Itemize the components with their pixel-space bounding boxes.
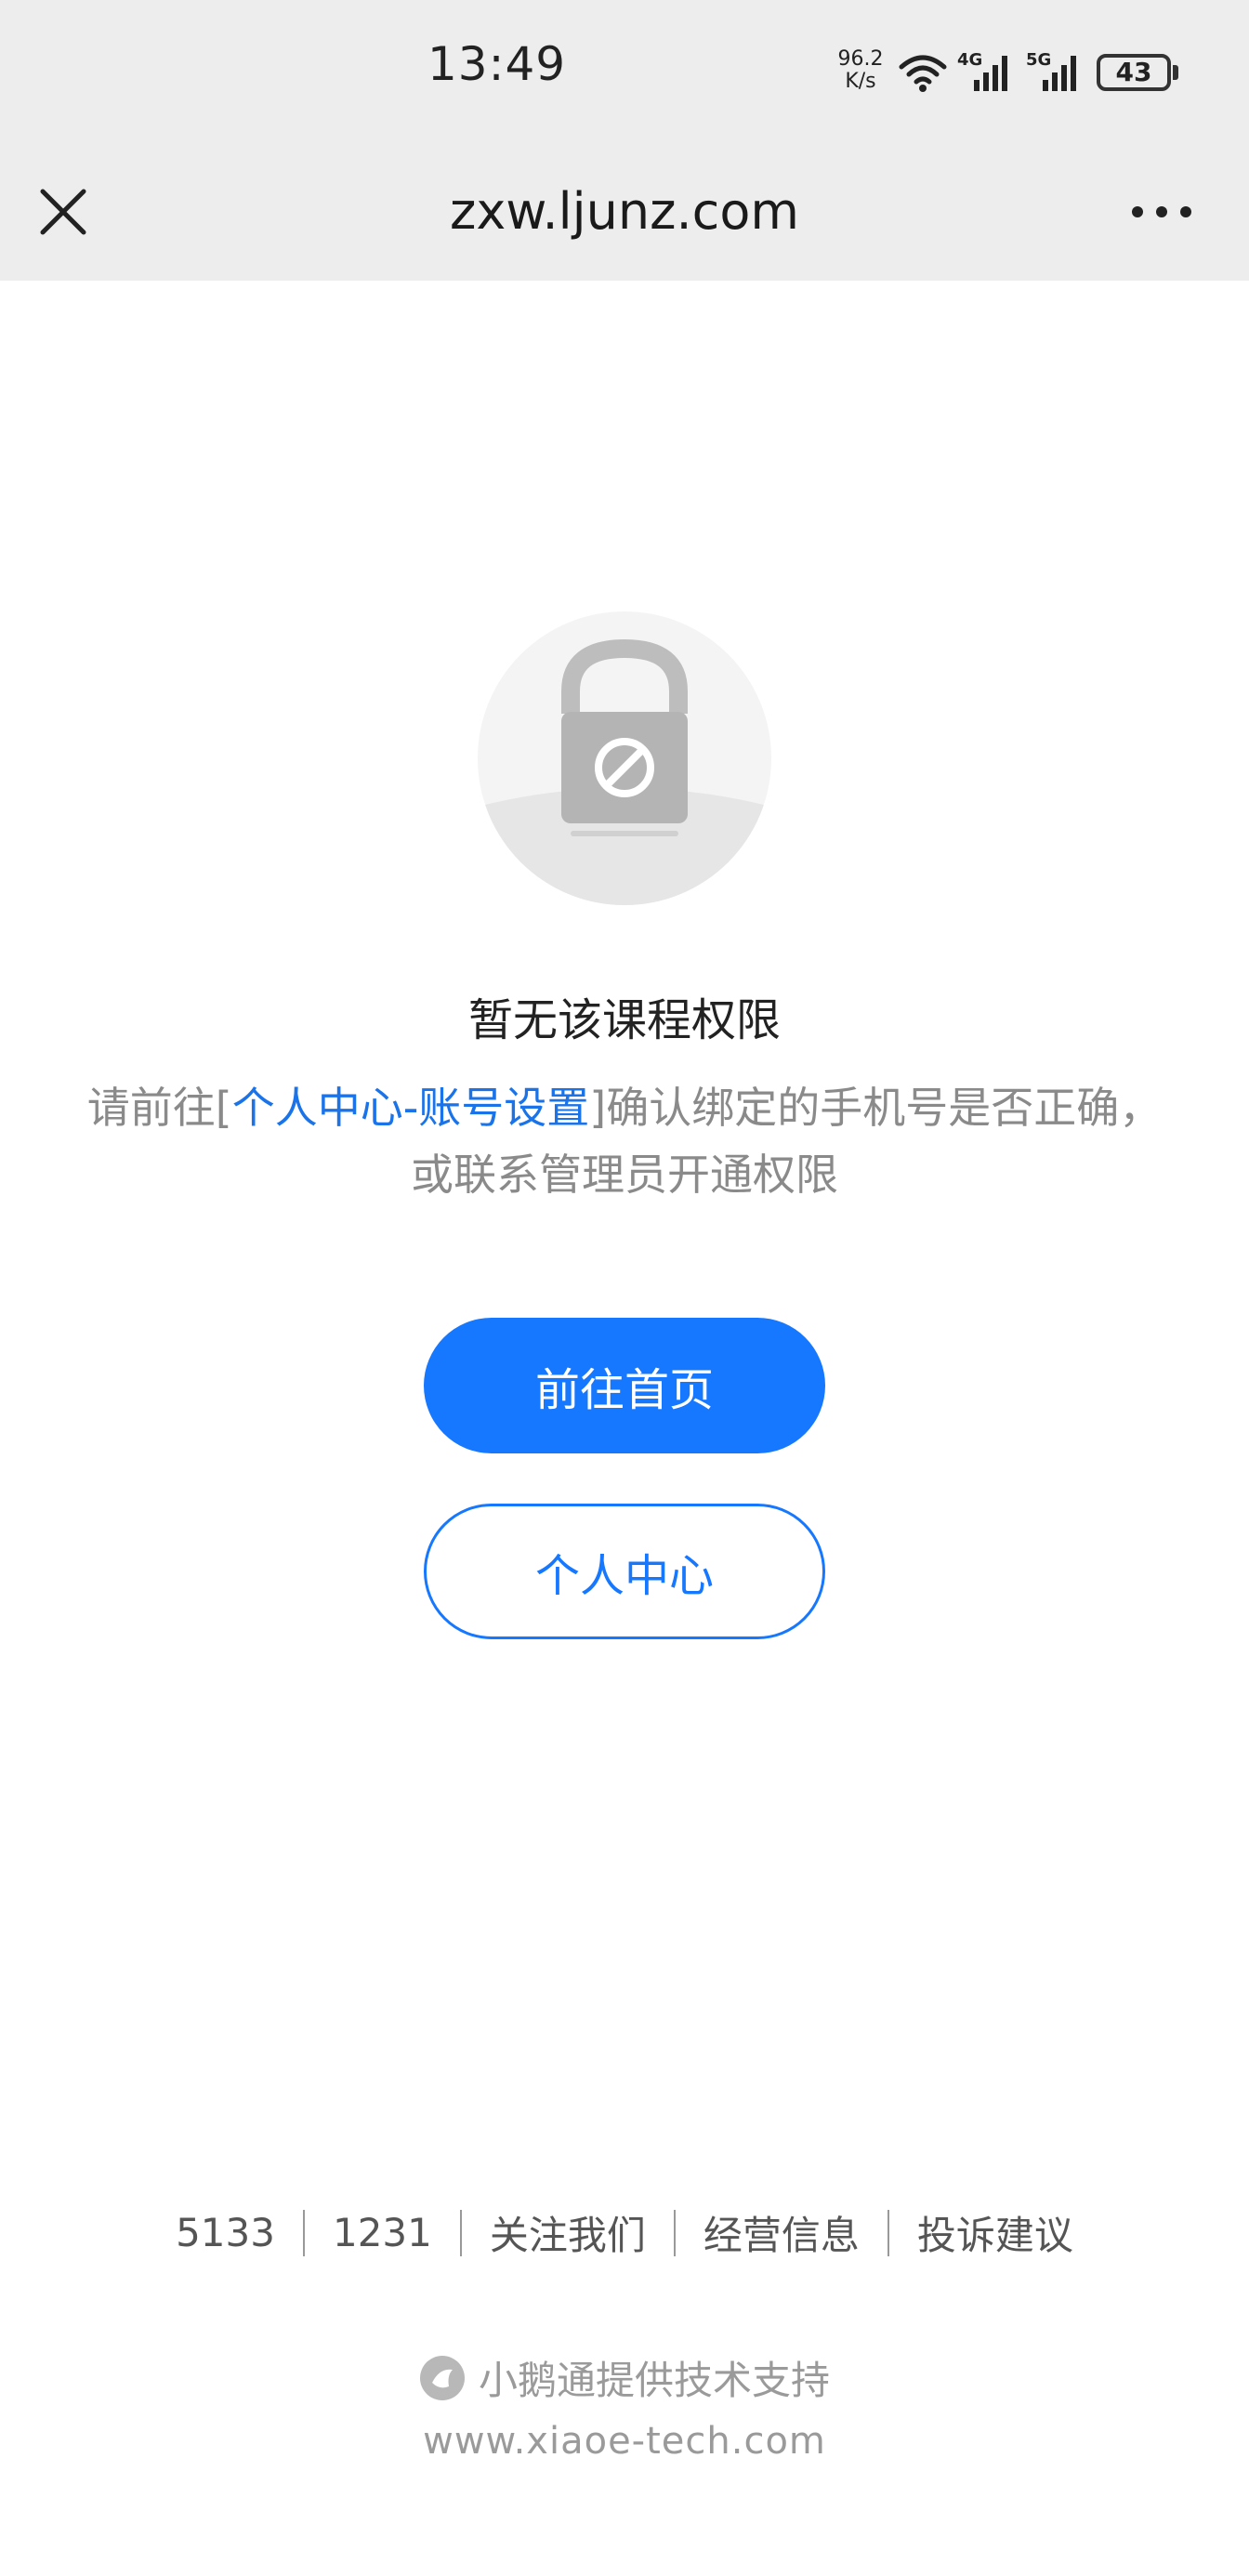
wifi-icon (899, 55, 947, 92)
network-speed-value: 96.2 (837, 47, 884, 71)
status-time: 13:49 (427, 37, 567, 91)
xiaoe-logo-icon (419, 2355, 465, 2400)
footer-links: 5133 1231 关注我们 经营信息 投诉建议 (0, 2204, 1249, 2261)
footer-link-1231[interactable]: 1231 (305, 2210, 460, 2255)
footer-link-5133[interactable]: 5133 (148, 2210, 303, 2255)
footer-link-business-info[interactable]: 经营信息 (676, 2204, 887, 2261)
battery-indicator: 43 (1097, 54, 1171, 91)
signal-5g-label: 5G (1026, 50, 1051, 70)
lock-forbidden-icon (478, 611, 771, 905)
go-home-button[interactable]: 前往首页 (424, 1318, 825, 1453)
footer-link-complaints[interactable]: 投诉建议 (889, 2204, 1101, 2261)
close-button[interactable] (26, 175, 100, 249)
tech-support-text: 小鹅通提供技术支持 (478, 2358, 830, 2403)
battery-cap (1173, 65, 1178, 80)
more-dots-icon (1132, 206, 1191, 217)
footer-link-follow-us[interactable]: 关注我们 (462, 2204, 674, 2261)
signal-4g-label: 4G (957, 50, 982, 70)
description-prefix: 请前往[ (86, 1083, 232, 1133)
signal-4g-icon: 4G (957, 50, 1007, 91)
brand-url: www.xiaoe-tech.com (423, 2420, 826, 2463)
network-speed: 96.2 K/s (833, 48, 888, 93)
signal-5g-icon: 5G (1026, 50, 1076, 91)
permission-description: 请前往[个人中心-账号设置]确认绑定的手机号是否正确，或联系管理员开通权限 (74, 1074, 1175, 1208)
browser-nav-bar: zxw.ljunz.com (0, 147, 1249, 281)
page-url-title: zxw.ljunz.com (450, 182, 799, 241)
network-speed-unit: K/s (845, 70, 876, 93)
no-permission-title: 暂无该课程权限 (467, 994, 781, 1046)
personal-center-button[interactable]: 个人中心 (424, 1504, 825, 1639)
more-options-button[interactable] (1124, 175, 1199, 249)
status-bar: 13:49 96.2 K/s 4G 5G 43 (0, 0, 1249, 147)
close-icon (40, 189, 86, 235)
tech-support-brand: 小鹅通提供技术支持 (0, 2349, 1249, 2406)
account-settings-link[interactable]: 个人中心-账号设置 (232, 1083, 590, 1133)
